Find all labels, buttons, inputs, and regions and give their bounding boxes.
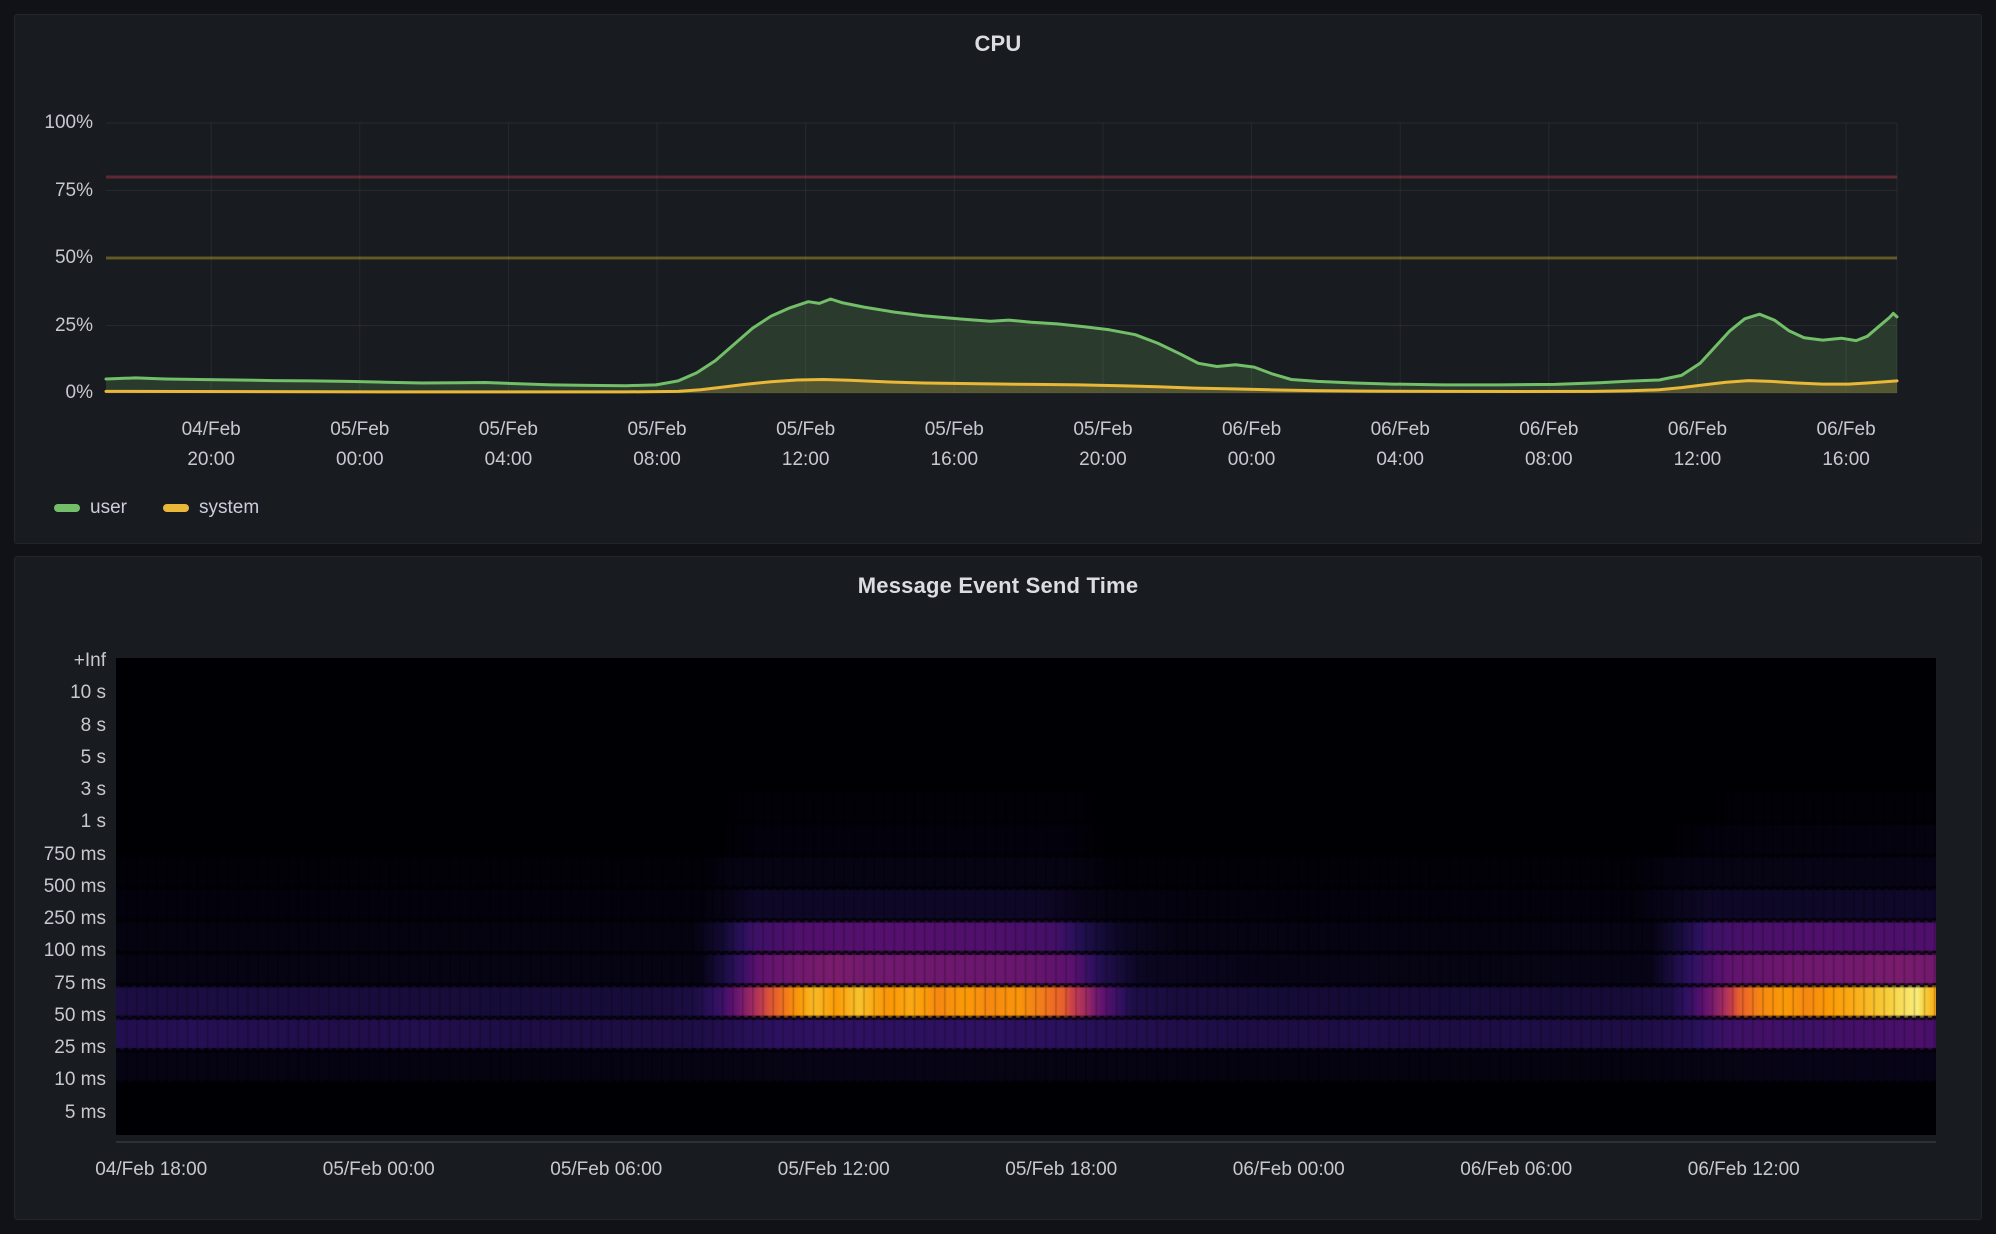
heatmap-y-tick: 8 s (81, 715, 106, 737)
heatmap-x-tick: 05/Feb 06:00 (550, 1159, 662, 1181)
heatmap-y-tick: 500 ms (44, 876, 106, 898)
heatmap-x-tick: 06/Feb 06:00 (1460, 1159, 1572, 1181)
heatmap-axis-line (116, 1141, 1936, 1143)
cpu-y-tick: 50% (55, 247, 93, 269)
heatmap-y-tick: 100 ms (44, 940, 106, 962)
heatmap-chart[interactable] (116, 658, 1936, 1135)
heatmap-x-tick: 06/Feb 12:00 (1688, 1159, 1800, 1181)
heatmap-y-tick: 1 s (81, 811, 106, 833)
heatmap-x-tick: 05/Feb 18:00 (1005, 1159, 1117, 1181)
user-series-area (106, 299, 1897, 393)
user-series-swatch (54, 504, 80, 512)
heatmap-y-tick: 250 ms (44, 908, 106, 930)
cpu-x-tick: 05/Feb12:00 (776, 415, 835, 475)
cpu-x-tick: 06/Feb00:00 (1222, 415, 1281, 475)
cpu-x-tick: 06/Feb12:00 (1668, 415, 1727, 475)
heatmap-x-tick: 05/Feb 00:00 (323, 1159, 435, 1181)
cpu-x-tick: 05/Feb00:00 (330, 415, 389, 475)
heatmap-y-tick: 25 ms (54, 1037, 106, 1059)
cpu-chart[interactable] (106, 123, 1897, 393)
cpu-panel-title[interactable]: CPU (15, 31, 1981, 57)
cpu-y-tick: 25% (55, 315, 93, 337)
cpu-legend: user system (54, 497, 259, 519)
legend-item-user[interactable]: user (54, 497, 127, 519)
heatmap-y-tick: +Inf (74, 650, 106, 672)
cpu-panel: CPU 100% 75% 50% 25% 0% 04/Feb20:00 05/Feb00:… (14, 14, 1982, 544)
grafana-dashboard: { "accent_colors": { "page_bg": "#111217… (0, 0, 1996, 1234)
cpu-y-tick: 100% (44, 112, 93, 134)
cpu-x-tick: 05/Feb04:00 (479, 415, 538, 475)
user-series-label: user (90, 497, 127, 519)
heatmap-y-tick: 75 ms (54, 973, 106, 995)
cpu-x-tick: 06/Feb04:00 (1371, 415, 1430, 475)
cpu-x-tick: 06/Feb08:00 (1519, 415, 1578, 475)
heatmap-panel: Message Event Send Time +Inf 10 s 8 s 5 s 3 … (14, 556, 1982, 1220)
heatmap-x-tick: 04/Feb 18:00 (95, 1159, 207, 1181)
heatmap-y-tick: 10 s (70, 682, 106, 704)
cpu-y-tick: 75% (55, 180, 93, 202)
heatmap-y-tick: 5 ms (65, 1102, 106, 1124)
heatmap-y-tick: 3 s (81, 779, 106, 801)
heatmap-y-tick: 50 ms (54, 1005, 106, 1027)
system-series-swatch (163, 504, 189, 512)
cpu-x-tick: 06/Feb16:00 (1817, 415, 1876, 475)
heatmap-y-tick: 10 ms (54, 1069, 106, 1091)
heatmap-x-tick: 06/Feb 00:00 (1233, 1159, 1345, 1181)
heatmap-panel-title[interactable]: Message Event Send Time (15, 573, 1981, 599)
cpu-x-tick: 05/Feb08:00 (627, 415, 686, 475)
cpu-x-tick: 05/Feb20:00 (1073, 415, 1132, 475)
legend-item-system[interactable]: system (163, 497, 259, 519)
cpu-y-tick: 0% (66, 382, 93, 404)
heatmap-y-tick: 750 ms (44, 844, 106, 866)
heatmap-x-tick: 05/Feb 12:00 (778, 1159, 890, 1181)
cpu-x-tick: 04/Feb20:00 (182, 415, 241, 475)
cpu-x-tick: 05/Feb16:00 (925, 415, 984, 475)
heatmap-y-tick: 5 s (81, 747, 106, 769)
system-series-label: system (199, 497, 259, 519)
